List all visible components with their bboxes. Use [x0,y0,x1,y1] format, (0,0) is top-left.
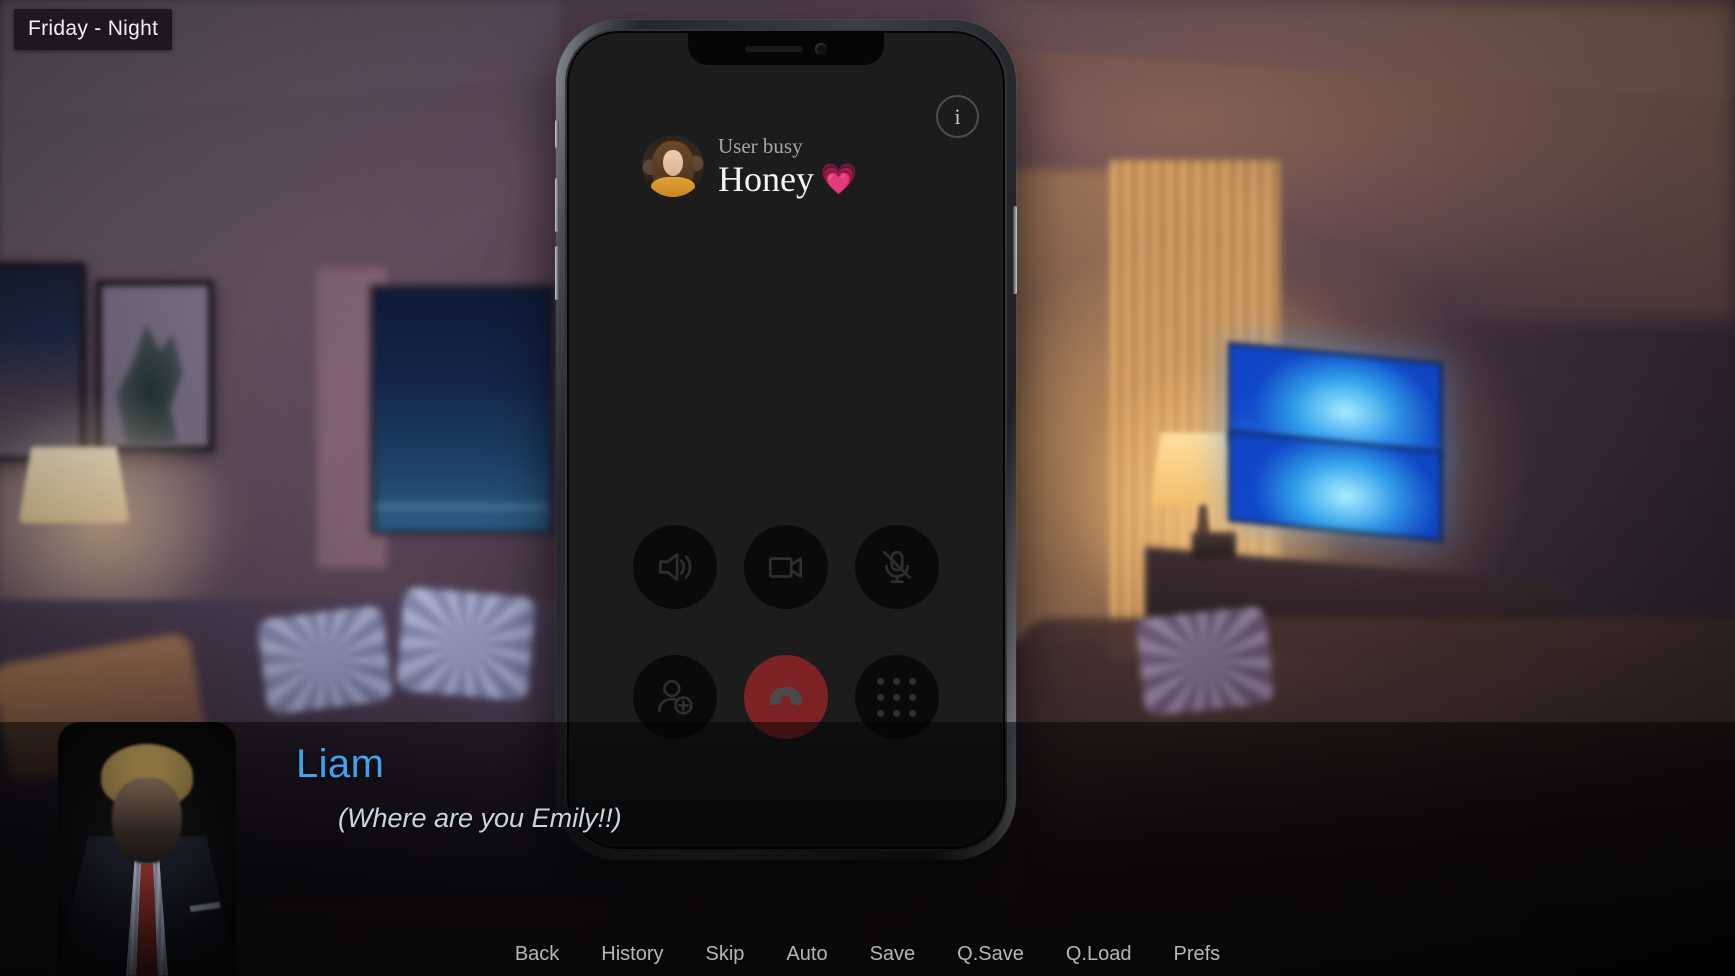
keypad-icon [893,693,901,701]
phone-silent-switch[interactable] [555,120,559,148]
speaker-icon [659,553,692,581]
quick-menu-skip[interactable]: Skip [702,941,749,968]
keypad-icon [877,693,885,701]
quick-menu-history[interactable]: History [597,941,667,968]
quick-menu-back[interactable]: Back [511,941,563,968]
contact-name: Honey [718,159,814,200]
portrait-shadow [58,722,236,976]
video-button[interactable] [743,525,828,609]
avatar-sweater [650,177,696,198]
quick-menu-save[interactable]: Save [866,941,920,968]
contact-name-row: Honey 💗 [718,159,857,199]
earpiece-speaker-icon [745,46,803,52]
mute-button[interactable] [854,525,939,609]
speaker-portrait [58,722,236,976]
quick-menu-qload[interactable]: Q.Load [1062,941,1136,968]
front-camera-icon [815,43,827,55]
keypad-icon [909,677,917,685]
call-info-button[interactable]: i [936,95,979,138]
phone-volume-down-button[interactable] [555,246,559,300]
phone-notch [688,33,884,65]
quick-menu-auto[interactable]: Auto [782,941,831,968]
video-camera-icon [768,557,803,578]
avatar-face [663,150,683,177]
quick-menu: Back History Skip Auto Save Q.Save Q.Loa… [0,941,1735,968]
info-icon: i [954,103,961,129]
quick-menu-qsave[interactable]: Q.Save [953,941,1028,968]
phone-volume-up-button[interactable] [555,178,559,232]
keypad-icon [893,709,901,717]
add-person-icon [658,679,693,715]
keypad-icon [877,677,885,685]
caller-info: User busy Honey 💗 [642,133,857,200]
keypad-icon [909,709,917,717]
keypad-icon [909,693,917,701]
contact-avatar [642,135,704,198]
keypad-icon [893,677,901,685]
growing-heart-icon: 💗 [819,162,858,196]
dialogue-text: (Where are you Emily!!) [338,803,622,833]
quick-menu-prefs[interactable]: Prefs [1169,941,1224,968]
dialogue-box[interactable] [0,722,1735,976]
day-time-tag: Friday - Night [14,9,173,50]
phone-power-button[interactable] [1013,206,1017,294]
microphone-muted-icon [882,550,911,584]
speaker-name: Liam [296,742,385,786]
call-status: User busy [718,134,803,158]
call-controls [620,525,952,739]
speaker-button[interactable] [633,525,718,609]
caller-text-block: User busy Honey 💗 [718,133,857,200]
hang-up-icon [769,687,803,706]
keypad-icon [877,709,885,717]
